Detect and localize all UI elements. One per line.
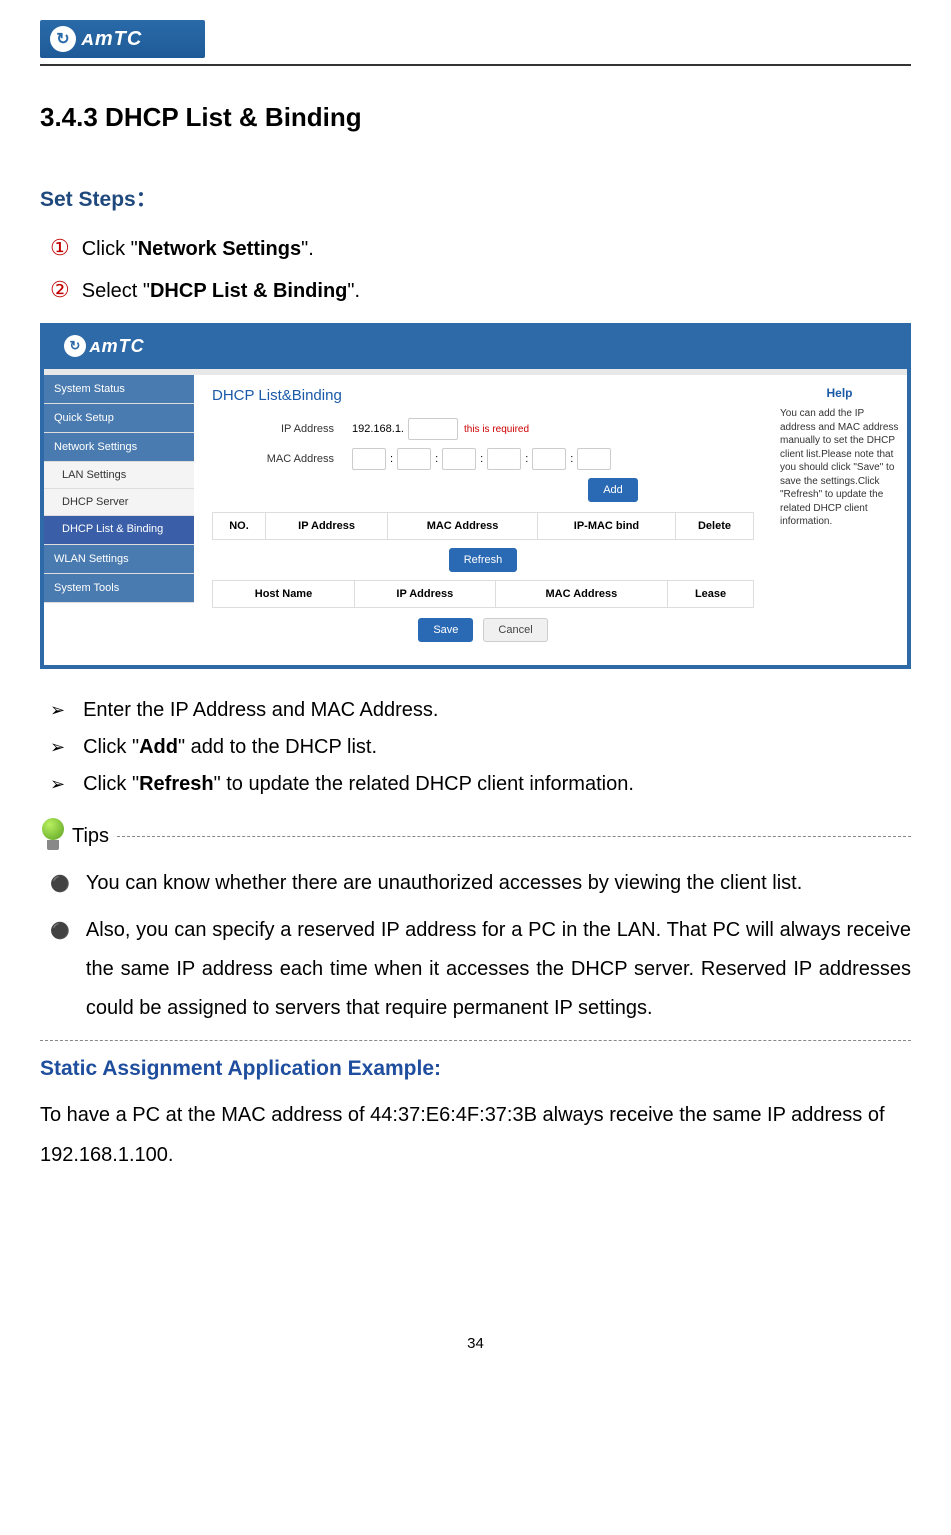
sidebar-item-wlan-settings[interactable]: WLAN Settings [44, 545, 194, 574]
step-number-1: ① [50, 235, 70, 261]
step-number-2: ② [50, 277, 70, 303]
page-number: 34 [40, 1335, 911, 1352]
help-panel: Help You can add the IP address and MAC … [772, 375, 907, 665]
example-heading: Static Assignment Application Example: [40, 1057, 911, 1081]
col-mac: MAC Address [388, 513, 538, 540]
ip-address-input[interactable] [408, 418, 458, 440]
router-main-panel: DHCP List&Binding IP Address 192.168.1. … [194, 375, 772, 665]
set-steps-label: Set Steps： [40, 183, 911, 213]
arrow-icon: ➢ [50, 774, 65, 795]
sidebar-item-system-status[interactable]: System Status [44, 375, 194, 404]
tips-header: Tips [40, 818, 911, 854]
header-rule [40, 64, 911, 66]
col-ip: IP Address [265, 513, 387, 540]
ip-required-text: this is required [464, 424, 529, 435]
instruction-bullet-3: ➢ Click "Refresh" to update the related … [50, 773, 911, 796]
instruction-bullet-1: ➢ Enter the IP Address and MAC Address. [50, 699, 911, 722]
tips-dashed-line [117, 836, 911, 837]
mac-input-2[interactable] [397, 448, 431, 470]
step-1-text: Click "Network Settings". [82, 238, 314, 261]
mac-input-group: ::::: [352, 448, 611, 470]
logo-swirl-icon: ↻ [50, 26, 76, 52]
bullet-2-text: Click "Add" add to the DHCP list. [83, 736, 377, 759]
logo-text: ᴀmTC [82, 28, 142, 51]
mac-input-6[interactable] [577, 448, 611, 470]
router-logo-text: ᴀmTC [90, 336, 145, 357]
col-ip2: IP Address [354, 581, 495, 608]
sidebar-item-dhcp-list-binding[interactable]: DHCP List & Binding [44, 516, 194, 545]
sidebar-item-network-settings[interactable]: Network Settings [44, 433, 194, 462]
panel-title: DHCP List&Binding [212, 387, 754, 404]
binding-table: NO. IP Address MAC Address IP-MAC bind D… [212, 512, 754, 540]
tip-2: ⚫ Also, you can specify a reserved IP ad… [50, 911, 911, 1028]
doc-brand-logo: ↻ ᴀmTC [40, 20, 205, 58]
sidebar-item-lan-settings[interactable]: LAN Settings [44, 462, 194, 489]
bottom-dashed-line [40, 1040, 911, 1041]
help-title: Help [780, 385, 899, 401]
ip-address-label: IP Address [212, 423, 352, 435]
mac-input-3[interactable] [442, 448, 476, 470]
router-sidebar: System Status Quick Setup Network Settin… [44, 375, 194, 665]
col-no: NO. [213, 513, 266, 540]
arrow-icon: ➢ [50, 737, 65, 758]
tip-1: ⚫ You can know whether there are unautho… [50, 864, 911, 903]
bullet-dot-icon: ⚫ [50, 916, 70, 947]
col-mac2: MAC Address [495, 581, 667, 608]
router-logo: ↻ ᴀmTC [64, 335, 145, 357]
client-table: Host Name IP Address MAC Address Lease [212, 580, 754, 608]
tips-label: Tips [72, 825, 109, 848]
instruction-bullet-2: ➢ Click "Add" add to the DHCP list. [50, 736, 911, 759]
step-2: ② Select "DHCP List & Binding". [50, 277, 911, 303]
tip-1-text: You can know whether there are unauthori… [86, 864, 911, 903]
bullet-1-text: Enter the IP Address and MAC Address. [83, 699, 438, 722]
save-button[interactable]: Save [418, 618, 473, 642]
arrow-icon: ➢ [50, 700, 65, 721]
mac-input-1[interactable] [352, 448, 386, 470]
step-2-text: Select "DHCP List & Binding". [82, 280, 360, 303]
sidebar-item-quick-setup[interactable]: Quick Setup [44, 404, 194, 433]
cancel-button[interactable]: Cancel [483, 618, 547, 642]
col-delete: Delete [675, 513, 753, 540]
col-bind: IP-MAC bind [537, 513, 675, 540]
col-lease: Lease [668, 581, 754, 608]
refresh-button[interactable]: Refresh [449, 548, 518, 572]
router-logo-icon: ↻ [64, 335, 86, 357]
bullet-dot-icon: ⚫ [50, 869, 70, 900]
add-button[interactable]: Add [588, 478, 638, 502]
help-text: You can add the IP address and MAC addre… [780, 407, 899, 529]
mac-input-5[interactable] [532, 448, 566, 470]
lightbulb-icon [40, 818, 66, 854]
step-1: ① Click "Network Settings". [50, 235, 911, 261]
router-topbar: ↻ ᴀmTC [44, 323, 907, 369]
col-hostname: Host Name [213, 581, 355, 608]
bullet-3-text: Click "Refresh" to update the related DH… [83, 773, 634, 796]
tip-2-text: Also, you can specify a reserved IP addr… [86, 911, 911, 1028]
ip-prefix: 192.168.1. [352, 423, 404, 435]
router-ui-screenshot: ↻ ᴀmTC System Status Quick Setup Network… [40, 323, 911, 669]
mac-address-label: MAC Address [212, 453, 352, 465]
mac-input-4[interactable] [487, 448, 521, 470]
sidebar-item-system-tools[interactable]: System Tools [44, 574, 194, 603]
sidebar-item-dhcp-server[interactable]: DHCP Server [44, 489, 194, 516]
example-body: To have a PC at the MAC address of 44:37… [40, 1095, 911, 1175]
section-heading: 3.4.3 DHCP List & Binding [40, 102, 911, 133]
